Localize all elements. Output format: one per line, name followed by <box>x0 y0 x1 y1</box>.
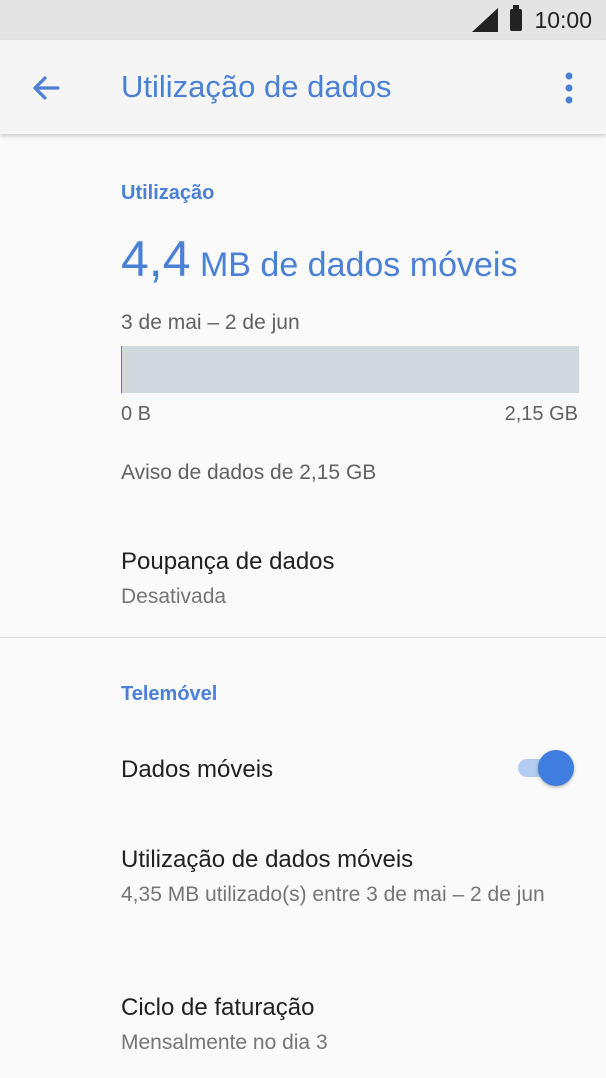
usage-amount: 4,4 MB de dados móveis <box>121 230 517 288</box>
mobile-data-title: Dados móveis <box>121 756 274 783</box>
usage-section-header: Utilização <box>121 182 215 204</box>
status-time: 10:00 <box>534 6 592 33</box>
battery-icon <box>510 5 523 31</box>
data-saver-row[interactable]: Poupança de dados Desativada <box>0 532 606 622</box>
status-bar: 10:00 <box>0 0 606 40</box>
usage-amount-value: 4,4 <box>121 231 191 287</box>
billing-cycle-summary: Mensalmente no dia 3 <box>121 1031 328 1054</box>
usage-bar-fill <box>121 346 123 393</box>
mobile-usage-title: Utilização de dados móveis <box>121 846 414 873</box>
data-warning-text: Aviso de dados de 2,15 GB <box>121 461 377 484</box>
data-saver-status: Desativada <box>121 585 227 608</box>
usage-amount-unit: MB de dados móveis <box>190 246 518 284</box>
usage-bar-max-label: 2,15 GB <box>504 403 578 425</box>
page-title: Utilização de dados <box>121 69 392 104</box>
mobile-usage-summary: 4,35 MB utilizado(s) entre 3 de mai – 2 … <box>121 883 545 906</box>
usage-bar-min-label: 0 B <box>121 403 152 425</box>
mobile-data-toggle[interactable] <box>516 750 576 786</box>
data-saver-title: Poupança de dados <box>121 548 335 575</box>
section-divider <box>0 637 606 638</box>
mobile-section-header: Telemóvel <box>121 683 218 705</box>
mobile-usage-row[interactable]: Utilização de dados móveis 4,35 MB utili… <box>0 830 606 950</box>
app-bar: Utilização de dados <box>0 40 606 134</box>
usage-bar <box>121 346 579 393</box>
arrow-back-icon[interactable] <box>26 68 66 108</box>
billing-cycle-title: Ciclo de faturação <box>121 994 315 1021</box>
billing-cycle-row[interactable]: Ciclo de faturação Mensalmente no dia 3 <box>0 980 606 1070</box>
signal-icon <box>472 8 499 32</box>
toggle-thumb <box>538 750 574 786</box>
status-icons: 10:00 <box>472 5 592 34</box>
more-vert-icon[interactable] <box>552 68 586 108</box>
usage-period: 3 de mai – 2 de jun <box>121 311 300 334</box>
